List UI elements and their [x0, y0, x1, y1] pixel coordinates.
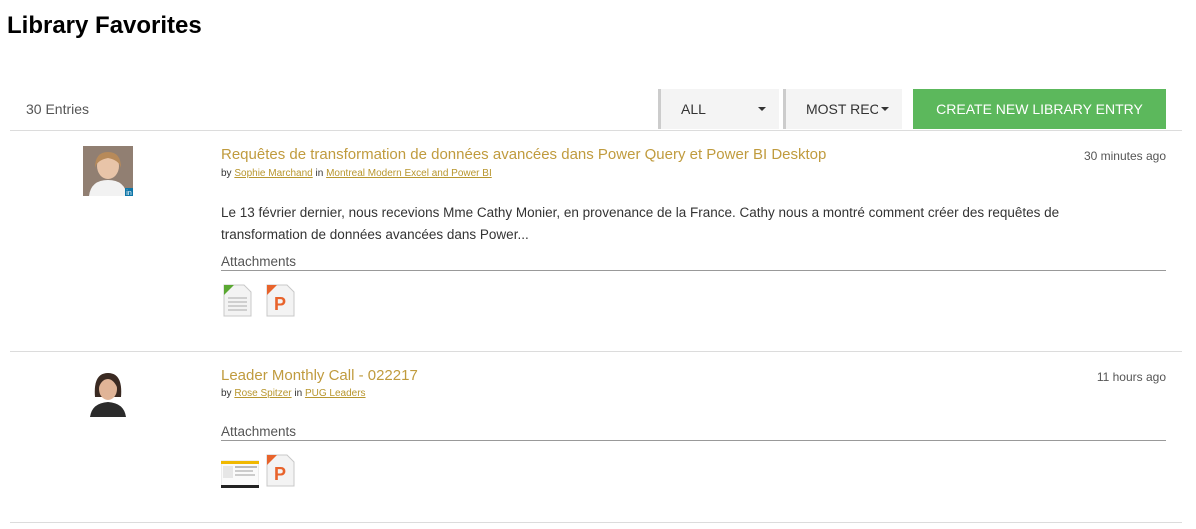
in-label: in: [294, 388, 303, 399]
chevron-down-icon: [881, 107, 889, 111]
sort-dropdown-label: MOST RECENT: [806, 101, 878, 117]
entry-timestamp: 30 minutes ago: [1083, 149, 1166, 163]
toolbar: 30 Entries ALL MOST RECENT CREATE NEW LI…: [0, 89, 1196, 129]
svg-text:P: P: [274, 464, 286, 484]
create-library-entry-button[interactable]: CREATE NEW LIBRARY ENTRY: [913, 89, 1166, 129]
svg-text:P: P: [274, 294, 286, 314]
chevron-down-icon: [758, 107, 766, 111]
avatar[interactable]: [83, 367, 133, 417]
entries-count: 30 Entries: [26, 101, 90, 117]
screenshot-file-icon[interactable]: [220, 453, 260, 489]
attachments-list: P: [220, 453, 297, 489]
author-link[interactable]: Sophie Marchand: [234, 168, 312, 179]
attachments-heading: Attachments: [221, 254, 1166, 271]
community-link[interactable]: PUG Leaders: [305, 388, 366, 399]
filter-dropdown-label: ALL: [681, 101, 706, 117]
svg-text:in: in: [126, 190, 132, 196]
entry-byline: by Sophie Marchand in Montreal Modern Ex…: [221, 168, 492, 179]
avatar[interactable]: in: [83, 146, 133, 196]
entry-byline: by Rose Spitzer in PUG Leaders: [221, 388, 366, 399]
entry-title[interactable]: Leader Monthly Call - 022217: [221, 367, 418, 384]
powerpoint-file-icon[interactable]: P: [264, 453, 297, 488]
community-link[interactable]: Montreal Modern Excel and Power BI: [326, 168, 492, 179]
attachments-heading: Attachments: [221, 424, 1166, 441]
page-title: Library Favorites: [7, 12, 202, 39]
by-label: by: [221, 388, 232, 399]
entry-title[interactable]: Requêtes de transformation de données av…: [221, 146, 826, 163]
filter-dropdown[interactable]: ALL: [658, 89, 779, 129]
by-label: by: [221, 168, 232, 179]
author-link[interactable]: Rose Spitzer: [234, 388, 291, 399]
divider: [10, 130, 1182, 131]
entry-timestamp: 11 hours ago: [1096, 370, 1166, 384]
attachments-list: P: [221, 283, 297, 318]
entry-excerpt: Le 13 février dernier, nous recevions Mm…: [221, 205, 1060, 242]
powerpoint-file-icon[interactable]: P: [264, 283, 297, 318]
in-label: in: [315, 168, 324, 179]
divider: [10, 351, 1182, 352]
spreadsheet-file-icon[interactable]: [221, 283, 254, 318]
divider: [10, 522, 1182, 523]
sort-dropdown[interactable]: MOST RECENT: [783, 89, 902, 129]
